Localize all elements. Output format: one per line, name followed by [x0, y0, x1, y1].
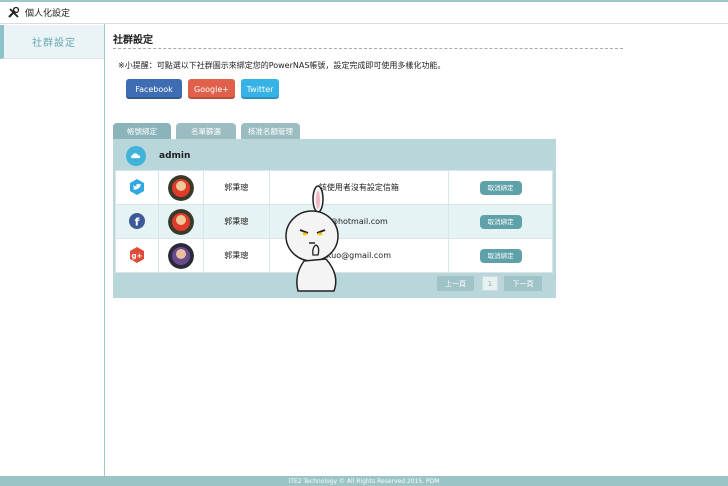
admin-name: admin [159, 151, 191, 161]
unbind-button[interactable]: 取消綁定 [479, 248, 522, 263]
section-divider [113, 48, 623, 49]
google-plus-button[interactable]: Google+ [188, 79, 235, 99]
unbind-button[interactable]: 取消綁定 [479, 180, 522, 195]
facebook-icon: f [128, 212, 145, 229]
avatar [167, 242, 194, 269]
tip-text: ※小提醒：可點選以下社群圖示來綁定您的PowerNAS帳號，設定完成即可使用多樣… [118, 61, 446, 70]
tab-account-binding[interactable]: 帳號綁定 [113, 123, 171, 139]
tab-quota-management[interactable]: 核准名額管理 [241, 123, 300, 139]
sidebar-item-social-settings[interactable]: 社群設定 [0, 25, 104, 59]
unbind-button[interactable]: 取消綁定 [479, 214, 522, 229]
prev-page-button[interactable]: 上一頁 [437, 276, 474, 291]
next-page-button[interactable]: 下一頁 [504, 276, 542, 291]
section-title: 社群設定 [113, 35, 153, 46]
svg-text:g+: g+ [132, 252, 143, 260]
tab-list-filter[interactable]: 名單篩選 [176, 123, 236, 139]
page-title: 個人化設定 [25, 9, 71, 19]
footer: ITE2 Technology © All Rights Reserved 20… [0, 476, 728, 486]
bunny-sticker-image [285, 185, 339, 292]
google-plus-icon: g+ [129, 246, 144, 263]
tools-icon [8, 6, 20, 18]
user-name: 郭秉璁 [202, 170, 270, 205]
sidebar: 社群設定 [0, 24, 105, 476]
twitter-icon [129, 178, 144, 195]
svg-text:f: f [135, 215, 140, 228]
main-content: 社群設定 ※小提醒：可點選以下社群圖示來綁定您的PowerNAS帳號，設定完成即… [113, 24, 728, 476]
user-name: 郭秉璁 [202, 238, 270, 273]
admin-row: admin [113, 139, 556, 170]
twitter-button[interactable]: Twitter [241, 79, 279, 99]
avatar [167, 174, 194, 201]
cloud-icon [126, 146, 146, 166]
top-bar: 個人化設定 [0, 0, 728, 24]
facebook-button[interactable]: Facebook [126, 79, 182, 99]
page-number[interactable]: 1 [482, 276, 498, 291]
avatar [167, 208, 194, 235]
user-name: 郭秉璁 [202, 204, 270, 239]
